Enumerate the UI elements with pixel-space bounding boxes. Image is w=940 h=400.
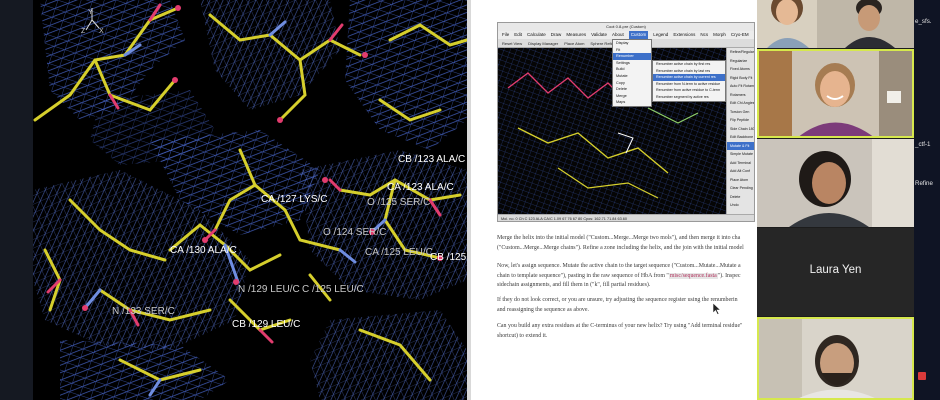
screenshot-menu-item: Measures xyxy=(566,32,587,37)
residue-label: CB /125 xyxy=(430,252,467,263)
desktop-app-icon[interactable] xyxy=(918,372,926,380)
axis-label-y: Y xyxy=(88,9,93,16)
doc-paragraph-sequence: Now, let's assign sequence. Mutate the a… xyxy=(497,263,741,288)
screenshot-menu-item: Calculate xyxy=(527,32,546,37)
molecular-viewer-canvas[interactable]: Y Z X CB /123 ALA/C CA /123 ALA/C CA /12… xyxy=(0,0,467,400)
screenshot-menu-item: Legend xyxy=(653,32,669,37)
residue-label: CB /129 LEU/C xyxy=(232,319,300,330)
screenshot-menu-item: Validate xyxy=(591,32,608,37)
screenshot-menubar: File Edit Calculate Draw Measures Valida… xyxy=(498,31,754,39)
screenshot-menu-item: Draw xyxy=(550,32,562,37)
residue-label: CA /123 ALA/C xyxy=(387,182,454,193)
screenshot-custom-menu: Display Fit Renumber Settings Build Muta… xyxy=(612,39,652,107)
desktop-file-label[interactable]: e_sfs. xyxy=(915,18,932,25)
participant-name: Laura Yen xyxy=(809,264,862,276)
screenshot-window-title: Coot 0.8-pre (Custom) xyxy=(498,23,754,31)
axis-label-x: X xyxy=(99,28,104,35)
participant-tile-camera-off[interactable]: Laura Yen xyxy=(757,228,914,316)
screenshot-menu-item-active: Custom xyxy=(628,31,649,39)
mouse-cursor-icon xyxy=(713,303,721,315)
residue-label: N /129 LEU/C xyxy=(238,284,300,295)
desktop-background-strip xyxy=(914,0,940,400)
residue-label: C /125 LEU/C xyxy=(302,284,364,295)
inline-code-path: misc/sequence.fasta xyxy=(668,272,718,279)
desktop-file-label[interactable]: _ctf-1 xyxy=(915,141,930,148)
residue-label: CA /125 LEU/C xyxy=(365,247,433,258)
document-gutter xyxy=(467,0,471,400)
desktop-file-label[interactable]: Refine xyxy=(915,180,933,187)
participant-video-feed xyxy=(757,49,914,138)
residue-label: CA /130 ALA/C xyxy=(170,245,237,256)
participant-video-tile-active-speaker[interactable] xyxy=(757,49,914,138)
embedded-coot-screenshot: Coot 0.8-pre (Custom) File Edit Calculat… xyxy=(497,22,755,222)
screenshot-menu-item: Edit xyxy=(514,32,523,37)
doc-paragraph-cterminus: Can you build any extra residues at the … xyxy=(497,323,743,339)
participant-video-tile-3[interactable] xyxy=(757,139,914,227)
axis-label-z: Z xyxy=(81,28,86,35)
screenshot-renumber-submenu: Renumber active chain by first res Renum… xyxy=(652,60,726,102)
screenshot-menu-item: File xyxy=(502,32,510,37)
screenshot-side-panel: Refine/Regularize Regularize Fixed Atoms… xyxy=(726,48,754,214)
residue-label: O /124 SER/C xyxy=(323,227,386,238)
participant-video-feed xyxy=(757,139,914,227)
residue-label: O /125 SER/C xyxy=(367,197,430,208)
screenshot-menu-item: Ncs xyxy=(700,32,709,37)
residue-label: N /133 SER/C xyxy=(112,306,175,317)
participant-video-tile-5[interactable] xyxy=(757,317,914,400)
screenshot-status-bar: Mol. no. 0 Ch C 123 ALA CA/C 1.09 67 76 … xyxy=(498,214,754,221)
residue-label: CA /127 LYS/C xyxy=(261,194,328,205)
screenshot-menu-item: Extensions xyxy=(673,32,696,37)
screenshot-menu-item: Cryo-EM xyxy=(730,32,749,37)
participant-video-feed xyxy=(757,317,914,400)
screenshot-menu-item: Morph xyxy=(713,32,726,37)
participant-video-feed xyxy=(757,0,914,48)
density-map-scene[interactable]: Y Z X CB /123 ALA/C CA /123 ALA/C CA /12… xyxy=(0,0,467,400)
screenshot-menu-item: About xyxy=(612,32,624,37)
residue-label: CB /123 ALA/C xyxy=(398,154,465,165)
doc-paragraph-merge: Merge the helix into the initial model (… xyxy=(497,235,744,251)
participant-video-tile-1[interactable] xyxy=(757,0,914,48)
